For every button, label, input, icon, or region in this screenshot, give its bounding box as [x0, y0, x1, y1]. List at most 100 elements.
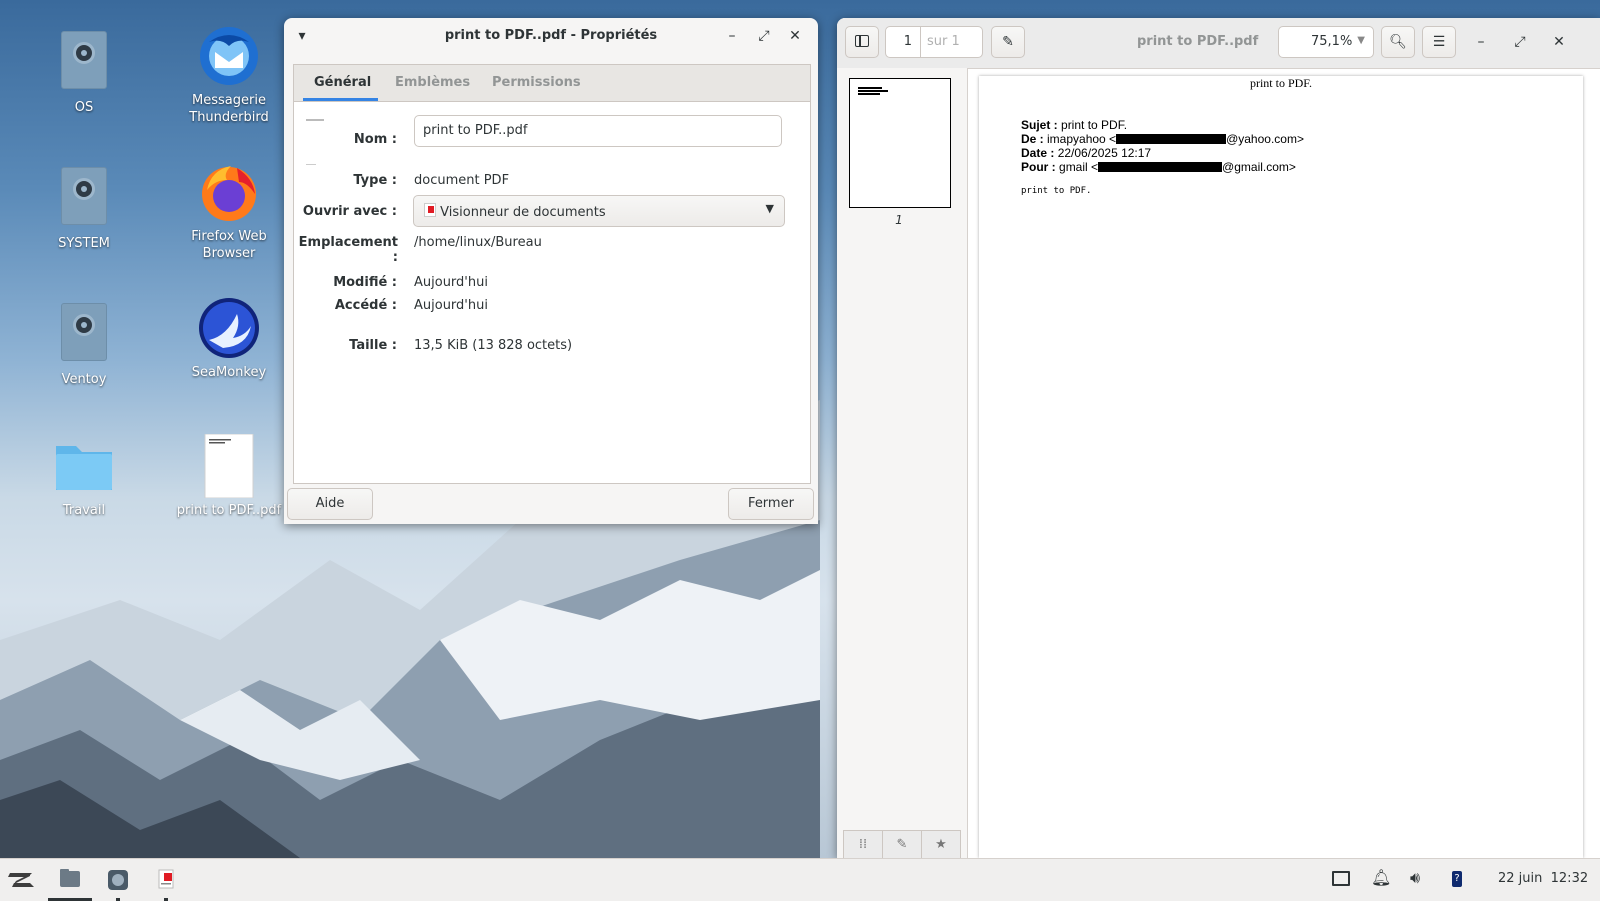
open-with-dropdown[interactable]: Visionneur de documents ▼ — [413, 195, 785, 227]
dialog-titlebar[interactable]: ▾ print to PDF..pdf - Propriétés – ⤢ ✕ — [284, 18, 818, 54]
help-button[interactable]: Aide — [287, 488, 373, 520]
email-body: print to PDF. — [1021, 186, 1092, 196]
desktop-icon-label: OS — [74, 100, 94, 115]
from-line: De : imapyahoo < @yahoo.com> — [1021, 132, 1304, 146]
desktop-icon-thunderbird[interactable]: Messagerie Thunderbird — [174, 24, 284, 126]
close-button[interactable]: Fermer — [728, 488, 814, 520]
page-heading: print to PDF. — [1249, 76, 1313, 90]
taskbar: 🔔︎ 🔊︎ ? 22 juin 12:32 — [0, 858, 1600, 901]
drive-icon — [61, 167, 107, 225]
pencil-icon: ✎ — [1002, 34, 1014, 50]
properties-dialog: ▾ print to PDF..pdf - Propriétés – ⤢ ✕ G… — [284, 18, 818, 524]
volume-icon[interactable]: 🔊︎ — [1410, 868, 1420, 888]
modified-value: Aujourd'hui — [414, 275, 488, 290]
grid-icon: ⁞⁞ — [858, 837, 868, 852]
zorin-logo-icon — [8, 873, 34, 887]
viewer-title: print to PDF..pdf — [1137, 34, 1259, 49]
email-header-block: Sujet : print to PDF. De : imapyahoo < @y… — [1021, 118, 1304, 174]
name-label: Nom : — [353, 132, 397, 147]
to-line: Pour : gmail < @gmail.com> — [1021, 160, 1296, 174]
annotations-view-button[interactable]: ✎ — [882, 830, 922, 858]
tab-general[interactable]: Général — [314, 75, 371, 90]
desktop-icon-label: Travail — [62, 503, 106, 518]
desktop-icon-firefox[interactable]: Firefox Web Browser — [174, 160, 284, 262]
maximize-icon[interactable]: ⤢ — [1510, 32, 1530, 52]
open-with-value: Visionneur de documents — [440, 205, 606, 220]
active-tab-indicator — [303, 98, 378, 101]
pdf-file-icon — [197, 433, 261, 499]
close-icon[interactable]: ✕ — [785, 26, 805, 46]
thumbnails-view-button[interactable]: ⁞⁞ — [843, 830, 883, 858]
size-value: 13,5 KiB (13 828 octets) — [414, 338, 573, 353]
sidebar-toggle-button[interactable] — [845, 26, 879, 58]
settings-app-icon — [108, 870, 128, 890]
search-button[interactable]: 🔍︎ — [1381, 26, 1415, 58]
tab-permissions[interactable]: Permissions — [492, 75, 581, 90]
page-number-value: 1 — [903, 34, 912, 49]
minimize-icon[interactable]: – — [722, 26, 742, 46]
redaction-bar — [1116, 134, 1227, 144]
modified-label: Modifié : — [333, 275, 397, 290]
location-label: Emplacement : — [298, 235, 398, 265]
taskbar-document-viewer[interactable] — [144, 859, 188, 901]
close-icon[interactable]: ✕ — [1549, 32, 1569, 52]
page-thumbnail[interactable] — [849, 78, 951, 208]
desktop-icon-pdf-file[interactable]: print to PDF..pdf — [167, 433, 291, 519]
chevron-down-icon: ▼ — [1357, 35, 1365, 46]
zoom-dropdown[interactable]: 75,1% ▼ — [1278, 26, 1374, 58]
document-viewer-icon — [424, 203, 436, 217]
drive-icon — [61, 303, 107, 361]
page-total-label: sur 1 — [921, 26, 983, 58]
desktop-icon-ventoy[interactable]: Ventoy — [29, 298, 139, 388]
type-label: Type : — [353, 173, 397, 188]
thumbnail-sidebar: 1 ⁞⁞ ✎ ★ — [837, 68, 968, 858]
thumbnail-page-label: 1 — [895, 213, 903, 227]
page-number-input[interactable]: 1 — [885, 26, 921, 58]
accessed-value: Aujourd'hui — [414, 298, 488, 313]
zoom-value: 75,1% — [1311, 34, 1353, 49]
desktop-icon-os[interactable]: OS — [29, 26, 139, 116]
star-icon: ★ — [935, 837, 947, 852]
tab-bar: Général Emblèmes Permissions — [294, 65, 810, 102]
taskbar-settings[interactable] — [96, 859, 140, 901]
desktop-icon-label: SeaMonkey — [191, 365, 267, 380]
desktop-icon-label: Firefox Web Browser — [191, 229, 267, 261]
seamonkey-icon — [197, 296, 261, 360]
desktop-icon-label: Messagerie Thunderbird — [189, 93, 269, 125]
file-manager-icon — [60, 869, 80, 887]
location-value: /home/linux/Bureau — [414, 235, 542, 250]
accessed-label: Accédé : — [334, 298, 397, 313]
desktop-icon-label: Ventoy — [61, 372, 107, 387]
display-tray-icon[interactable] — [1332, 871, 1350, 886]
desktop-icon-label: SYSTEM — [58, 236, 110, 251]
maximize-icon[interactable]: ⤢ — [754, 26, 774, 46]
desktop-icon-travail[interactable]: Travail — [29, 434, 139, 519]
zorin-menu-button[interactable] — [0, 859, 44, 901]
drive-icon — [61, 31, 107, 89]
taskbar-files[interactable] — [48, 859, 92, 901]
properties-notebook: Général Emblèmes Permissions Nom : print… — [293, 64, 811, 484]
tab-emblems[interactable]: Emblèmes — [395, 75, 470, 90]
desktop-icon-system[interactable]: SYSTEM — [29, 162, 139, 252]
hamburger-menu-icon: ☰ — [1432, 34, 1446, 50]
main-menu-button[interactable]: ☰ — [1422, 26, 1456, 58]
pencil-icon: ✎ — [896, 837, 908, 852]
desktop-icon-label: print to PDF..pdf — [176, 503, 282, 518]
type-value: document PDF — [414, 173, 510, 188]
bookmarks-view-button[interactable]: ★ — [921, 830, 961, 858]
open-with-label: Ouvrir avec : — [302, 204, 397, 219]
folder-icon — [52, 434, 116, 498]
sidebar-bottom-bar: ⁞⁞ ✎ ★ — [843, 830, 963, 858]
updates-tray-icon[interactable]: ? — [1452, 871, 1462, 887]
clock[interactable]: 22 juin 12:32 — [1498, 871, 1588, 886]
notifications-bell-icon[interactable]: 🔔︎ — [1371, 868, 1391, 887]
chevron-down-icon: ▼ — [765, 202, 774, 215]
size-label: Taille : — [349, 338, 397, 353]
minimize-icon[interactable]: – — [1471, 32, 1491, 52]
annotate-button[interactable]: ✎ — [991, 26, 1025, 58]
name-input[interactable]: print to PDF..pdf — [414, 115, 782, 147]
redaction-bar — [1098, 162, 1223, 172]
viewer-headerbar[interactable]: 1 sur 1 ✎ print to PDF..pdf 75,1% ▼ 🔍︎ ☰… — [837, 18, 1600, 69]
subject-line: Sujet : print to PDF. — [1021, 118, 1128, 132]
desktop-icon-seamonkey[interactable]: SeaMonkey — [174, 296, 284, 381]
